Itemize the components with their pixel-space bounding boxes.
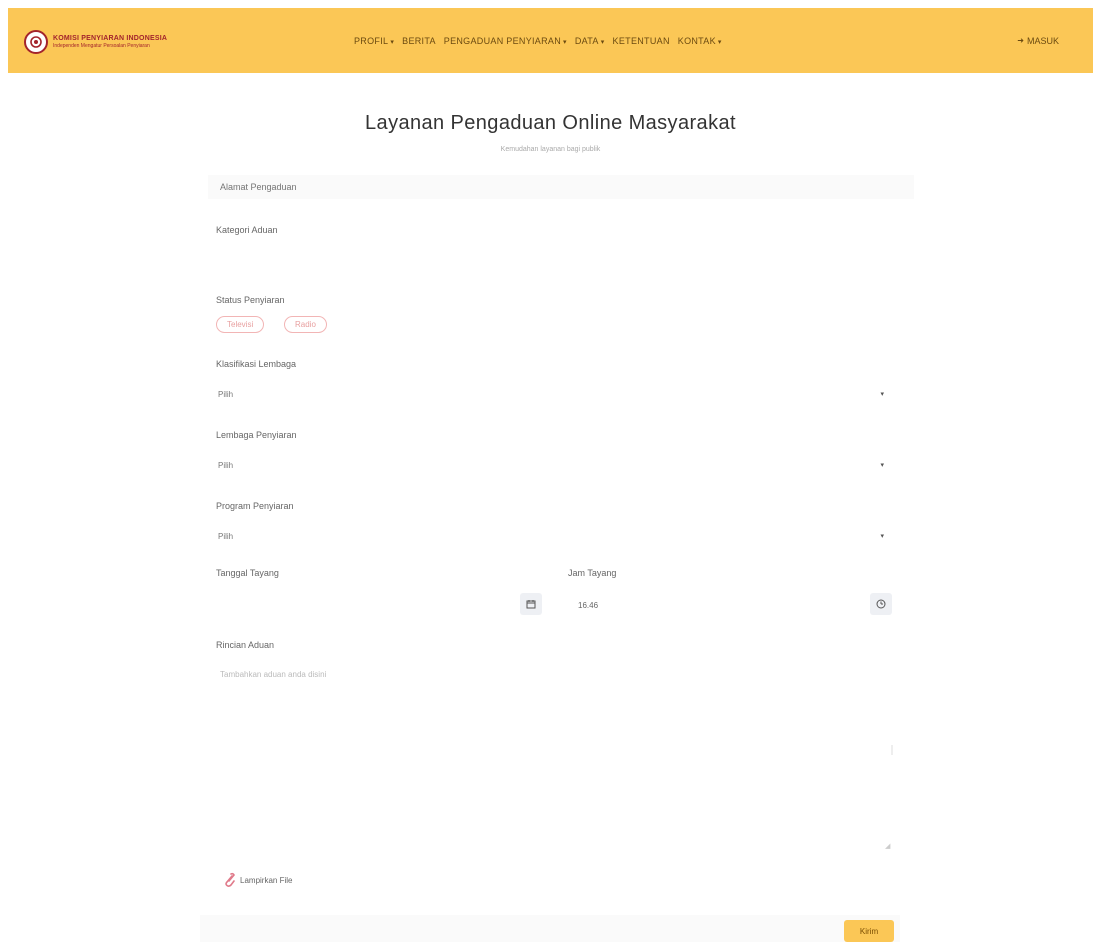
nav-item-profil[interactable]: PROFIL ▾: [354, 36, 394, 46]
nav-item-label: DATA: [574, 35, 599, 46]
air-time-label: Jam Tayang: [568, 568, 617, 578]
nav-item-ketentuan[interactable]: KETENTUAN: [613, 36, 670, 46]
select-value: Pilih: [218, 389, 234, 399]
login-label: MASUK: [1026, 35, 1059, 46]
form-footer: [200, 915, 900, 942]
email-input[interactable]: [208, 175, 914, 199]
nav-item-label: PROFIL: [354, 35, 389, 46]
chevron-down-icon: ▾: [390, 38, 395, 46]
paperclip-icon: [225, 872, 235, 887]
nav-item-data[interactable]: DATA ▾: [575, 36, 605, 46]
classification-select[interactable]: Pilih ▾: [208, 382, 894, 406]
select-value: Pilih: [218, 531, 234, 541]
page-subtitle: Kemudahan layanan bagi publik: [500, 146, 601, 153]
program-label: Program Penyiaran: [216, 501, 294, 511]
nav-item-kontak[interactable]: KONTAK ▾: [678, 36, 722, 46]
air-date-label: Tanggal Tayang: [216, 568, 279, 578]
select-value: Pilih: [218, 460, 234, 470]
calendar-icon[interactable]: [520, 593, 542, 615]
page-title: Layanan Pengaduan Online Masyarakat: [365, 112, 736, 134]
resize-handle-icon[interactable]: ◢: [885, 842, 890, 850]
chevron-down-icon: ▾: [600, 38, 605, 46]
radio-televisi[interactable]: Televisi: [216, 316, 265, 333]
content-textarea[interactable]: Tambahkan aduan anda disini: [208, 660, 898, 856]
attachment-button[interactable]: Lampirkan File: [222, 872, 292, 888]
program-select[interactable]: Pilih ▾: [208, 524, 894, 548]
chevron-down-icon: ▾: [717, 38, 722, 46]
login-icon: ➜: [1017, 36, 1024, 45]
classification-label: Klasifikasi Lembaga: [216, 359, 297, 369]
air-time-value: 16.46: [578, 600, 599, 610]
air-date-input[interactable]: [208, 591, 548, 619]
institution-label: Lembaga Penyiaran: [216, 430, 297, 440]
nav-item-berita[interactable]: BERITA: [402, 36, 436, 46]
chevron-down-icon: ▾: [880, 391, 884, 398]
institution-select[interactable]: Pilih ▾: [208, 453, 894, 477]
content-label: Rincian Aduan: [216, 640, 275, 650]
brand-text: KOMISI PENYIARAN INDONESIA Independen Me…: [53, 35, 167, 49]
chevron-down-icon: ▾: [880, 533, 884, 540]
login-link[interactable]: ➜ MASUK: [1017, 8, 1059, 73]
brand-logo[interactable]: KOMISI PENYIARAN INDONESIA Independen Me…: [24, 30, 167, 54]
brand-tagline: Independen Mengatur Persoalan Penyiaran: [53, 43, 150, 49]
nav-item-pengaduan[interactable]: PENGADUAN PENYIARAN ▾: [444, 36, 567, 46]
logo-emblem-icon: [24, 30, 48, 54]
nav-item-label: PENGADUAN PENYIARAN: [443, 35, 562, 46]
attachment-label: Lampirkan File: [240, 875, 293, 885]
nav-item-label: KONTAK: [677, 35, 716, 46]
textarea-scrollbar: [891, 745, 893, 755]
chevron-down-icon: ▾: [880, 462, 884, 469]
nav-item-label: BERITA: [402, 35, 436, 46]
broadcast-status-label: Status Penyiaran: [216, 295, 285, 305]
submit-button[interactable]: Kirim: [844, 920, 894, 942]
brand-name: KOMISI PENYIARAN INDONESIA: [53, 35, 168, 42]
nav-item-label: KETENTUAN: [612, 35, 670, 46]
clock-icon[interactable]: [870, 593, 892, 615]
main-menu: PROFIL ▾ BERITA PENGADUAN PENYIARAN ▾ DATA…: [354, 8, 730, 73]
navbar: KOMISI PENYIARAN INDONESIA Independen Me…: [8, 8, 1093, 73]
chevron-down-icon: ▾: [563, 38, 567, 46]
category-field[interactable]: [208, 244, 894, 268]
category-label: Kategori Aduan: [216, 225, 278, 235]
radio-radio[interactable]: Radio: [284, 316, 327, 333]
air-time-input[interactable]: 16.46: [568, 591, 894, 619]
